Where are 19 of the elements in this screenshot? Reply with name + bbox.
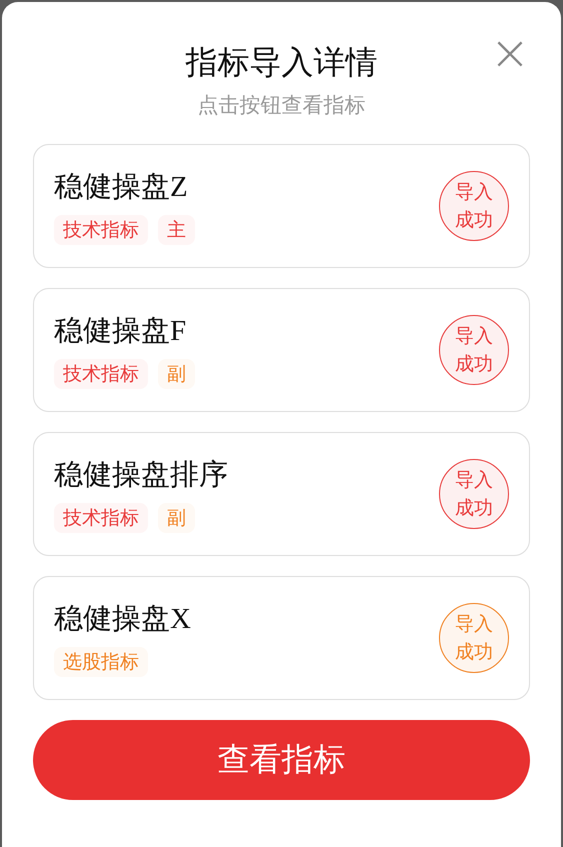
indicator-tag: 技术指标 xyxy=(54,359,148,389)
indicator-tag: 副 xyxy=(158,503,195,533)
indicator-name: 稳健操盘X xyxy=(54,602,191,637)
close-button[interactable]: × xyxy=(489,32,531,74)
indicator-tag: 选股指标 xyxy=(54,647,148,677)
indicator-name: 稳健操盘排序 xyxy=(54,458,228,493)
status-stamp: 导入成功 xyxy=(439,315,509,385)
view-indicators-button[interactable]: 查看指标 xyxy=(33,720,530,800)
indicator-name: 稳健操盘F xyxy=(54,314,188,349)
dialog-title: 指标导入详情 xyxy=(186,42,378,83)
status-stamp: 导入成功 xyxy=(439,171,509,241)
dialog-subtitle: 点击按钮查看指标 xyxy=(198,92,366,119)
indicator-name: 稳健操盘Z xyxy=(54,170,189,205)
status-stamp: 导入成功 xyxy=(439,603,509,673)
indicator-tag: 技术指标 xyxy=(54,503,148,533)
indicator-tag: 副 xyxy=(158,359,195,389)
indicator-tag: 主 xyxy=(158,215,195,245)
status-stamp: 导入成功 xyxy=(439,459,509,529)
indicator-tag: 技术指标 xyxy=(54,215,148,245)
